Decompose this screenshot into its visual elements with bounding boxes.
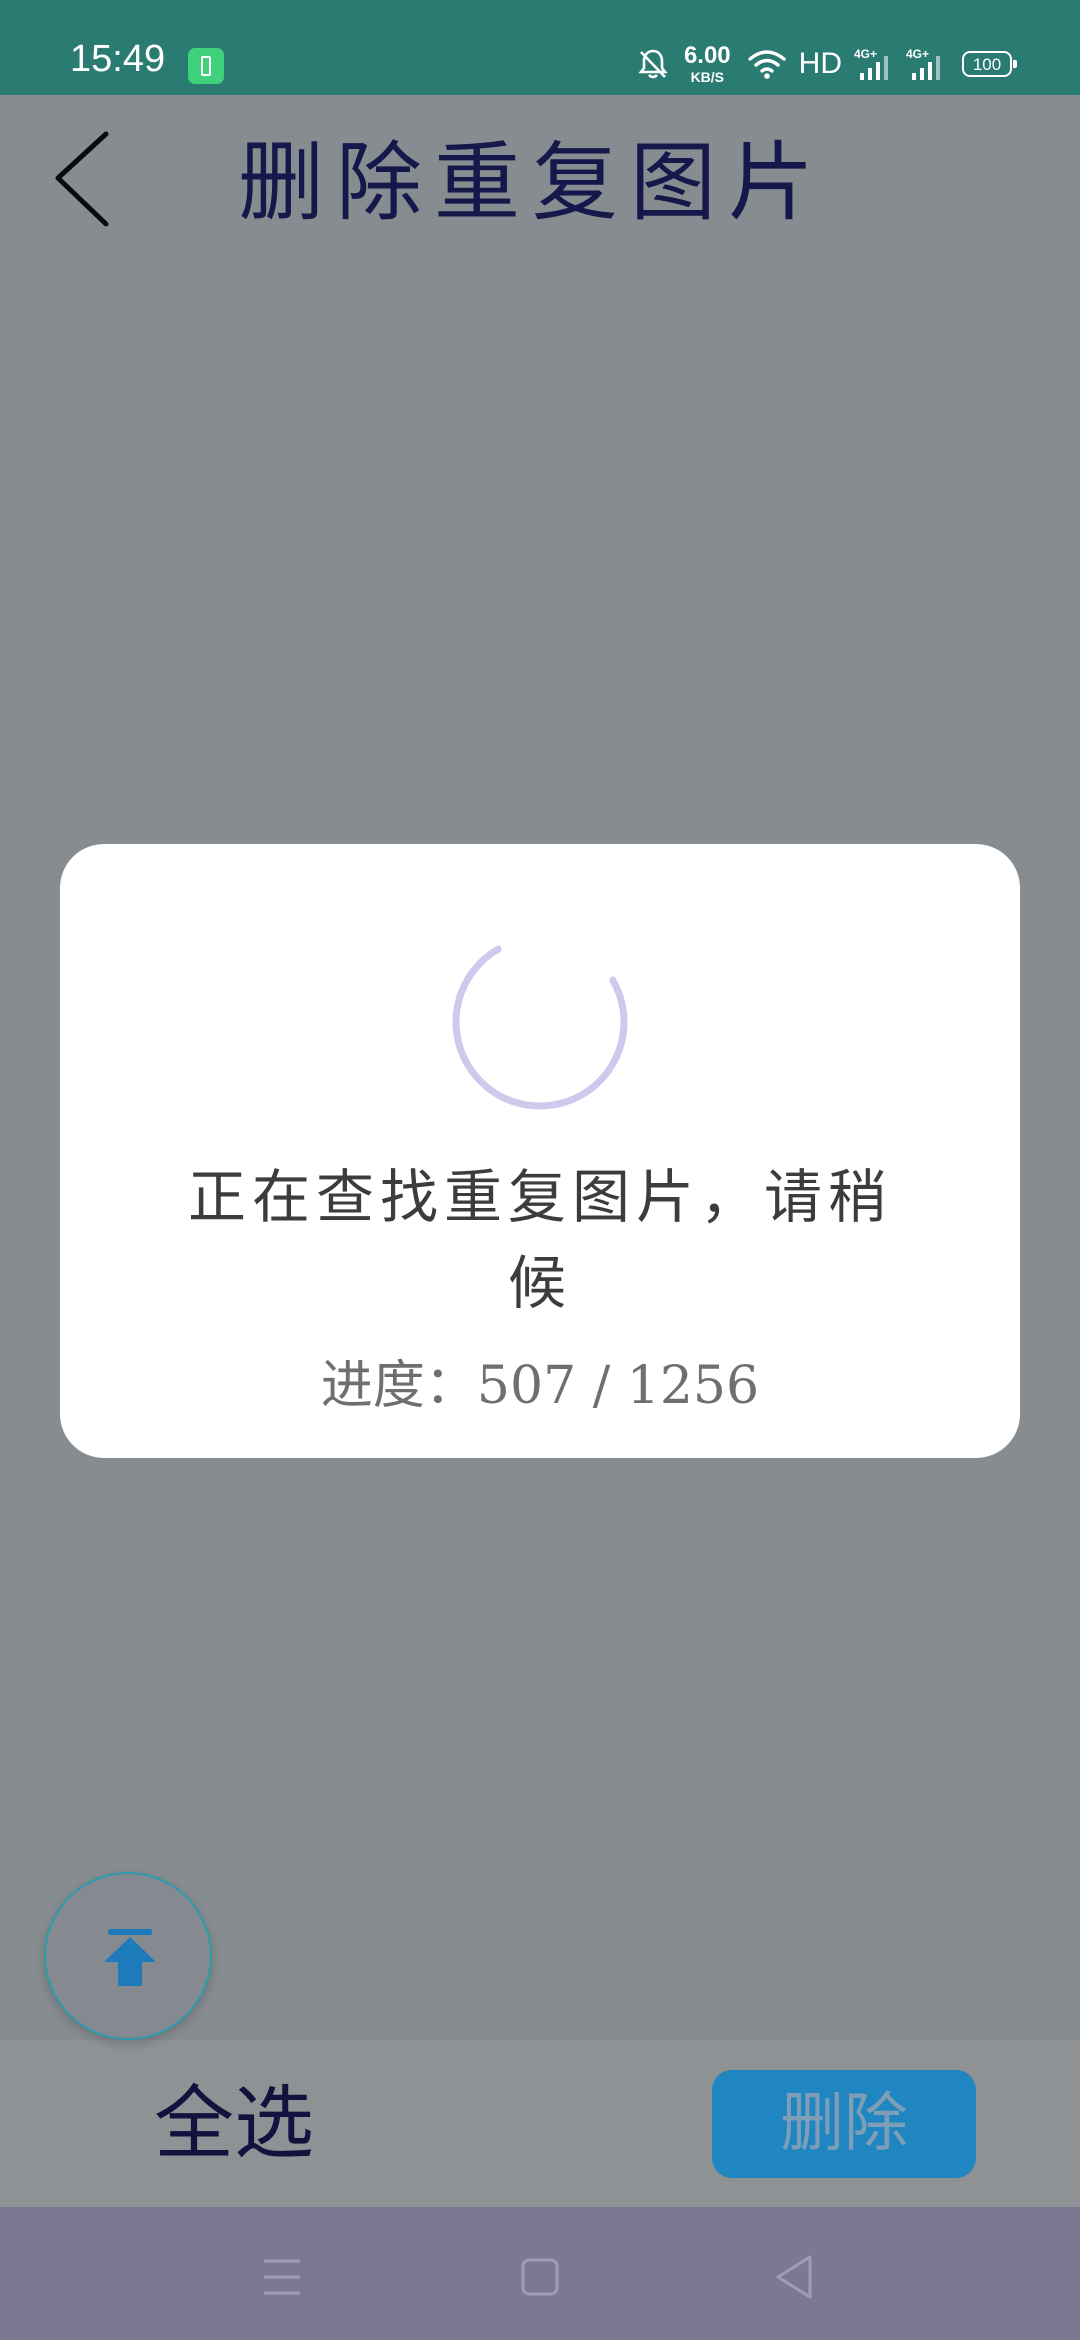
- loading-spinner-icon: [452, 934, 628, 1110]
- page-title: 删除重复图片: [238, 133, 826, 233]
- back-arrow-icon[interactable]: [50, 130, 120, 230]
- signal-icon: 4G+: [906, 47, 940, 80]
- signal-1-label: 4G+: [854, 47, 877, 61]
- nav-back-icon[interactable]: [766, 2247, 826, 2307]
- menu-icon[interactable]: [252, 2247, 312, 2307]
- signal-icon: 4G+: [854, 47, 888, 80]
- status-bar: 15:49 6.00 KB/S HD 4G+ 4G+ 100: [0, 0, 1080, 95]
- select-all-button[interactable]: 全选: [154, 2076, 314, 2172]
- network-speed-unit: KB/S: [690, 69, 725, 85]
- delete-button[interactable]: 删除: [712, 2070, 976, 2178]
- scroll-to-top-button[interactable]: [44, 1872, 212, 2040]
- mute-bell-icon: [638, 49, 668, 79]
- network-speed-value: 6.00: [683, 42, 731, 69]
- network-speed: 6.00 KB/S: [683, 42, 731, 85]
- hd-indicator: HD: [798, 47, 842, 80]
- status-icons: 6.00 KB/S HD 4G+ 4G+ 100: [638, 42, 1017, 86]
- loading-dialog: 正在查找重复图片，请稍候 进度：507 / 1256: [60, 844, 1020, 1458]
- battery-saver-icon: [188, 48, 224, 84]
- scroll-to-top-icon: [104, 1929, 156, 1986]
- battery-level: 100: [972, 54, 1002, 74]
- status-time: 15:49: [70, 38, 166, 80]
- progress-text: 进度：507 / 1256: [320, 1356, 760, 1416]
- wifi-icon: [747, 50, 786, 79]
- screen: 15:49 6.00 KB/S HD 4G+ 4G+ 100 删除重复图片 全选…: [0, 0, 1080, 2340]
- signal-2-label: 4G+: [906, 47, 929, 61]
- battery-icon: 100: [962, 51, 1017, 77]
- home-icon[interactable]: [510, 2247, 570, 2307]
- loading-message: 正在查找重复图片，请稍候: [187, 1163, 892, 1317]
